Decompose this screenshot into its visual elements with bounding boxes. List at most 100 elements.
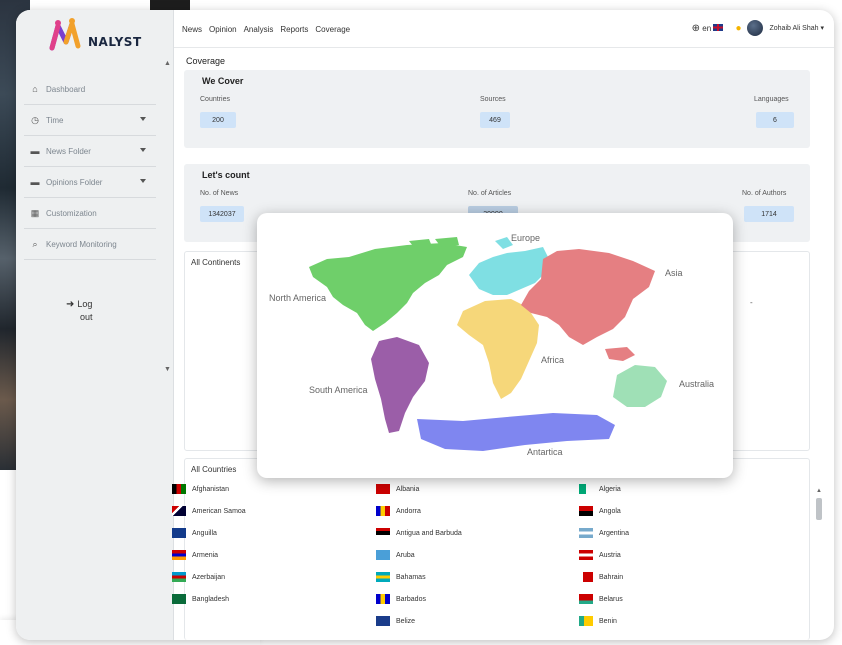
country-item[interactable]: Austria	[579, 549, 621, 561]
tab-analysis[interactable]: Analysis	[244, 25, 274, 34]
world-map: Europe Asia North America Africa South A…	[269, 233, 714, 457]
country-item[interactable]: Angola	[579, 505, 621, 517]
sidebar-item-label: Time	[46, 115, 64, 125]
continent-australia	[613, 365, 667, 407]
avatar[interactable]	[747, 20, 764, 36]
country-item[interactable]: Azerbaijan	[172, 571, 225, 583]
country-item[interactable]: Afghanistan	[172, 483, 229, 495]
stat-label: No. of News	[200, 190, 239, 197]
logo[interactable]: NALYST	[48, 18, 148, 58]
continent-north-america	[309, 243, 467, 331]
clock-icon: ◷	[31, 114, 39, 125]
user-menu[interactable]: Zohaib Ali Shah ▾	[769, 24, 824, 32]
tab-opinion[interactable]: Opinion	[209, 25, 237, 34]
continent-antarctica	[417, 413, 615, 451]
card-title: We Cover	[202, 76, 244, 86]
country-name: Bahamas	[396, 573, 426, 581]
country-name: Andorra	[396, 507, 421, 515]
folder-icon: ▬	[30, 177, 40, 187]
stat-label: Sources	[480, 96, 506, 103]
bell-icon[interactable]: ●	[735, 23, 741, 34]
stat-value: 469	[480, 112, 510, 128]
country-item[interactable]: Argentina	[579, 527, 629, 539]
scroll-thumb[interactable]	[816, 498, 822, 520]
sidebar-scroll-up-icon[interactable]: ▲	[164, 60, 171, 67]
background-dark-block	[150, 0, 190, 10]
country-flag-icon	[376, 506, 390, 516]
label-south-america: South America	[309, 385, 368, 395]
user-name: Zohaib Ali Shah	[769, 25, 819, 32]
sidebar-item-keyword-monitoring[interactable]: ⌕ Keyword Monitoring	[24, 229, 156, 260]
continent-africa	[457, 299, 539, 399]
folder-icon: ▬	[30, 146, 40, 156]
sidebar-scroll-down-icon[interactable]: ▼	[164, 366, 171, 373]
language-selector[interactable]: ⊕ en	[692, 23, 724, 34]
sidebar: NALYST ▲ ⌂ Dashboard ◷ Time ▬ News Folde…	[16, 10, 174, 640]
country-flag-icon	[579, 550, 593, 560]
tab-reports[interactable]: Reports	[280, 25, 308, 34]
country-item[interactable]: Belize	[376, 615, 415, 627]
country-flag-icon	[172, 572, 186, 582]
sidebar-item-time[interactable]: ◷ Time	[24, 105, 156, 136]
search-icon: ⌕	[32, 238, 38, 249]
we-cover-card: We Cover Countries 200 Sources 469 Langu…	[184, 70, 810, 148]
globe-icon: ⊕	[691, 22, 701, 34]
country-name: Afghanistan	[192, 485, 229, 493]
country-item[interactable]: Algeria	[579, 483, 621, 495]
country-item[interactable]: Andorra	[376, 505, 421, 517]
continent-asia-islands	[605, 347, 635, 361]
country-flag-icon	[376, 616, 390, 626]
country-name: Benin	[599, 617, 617, 625]
top-right-controls: ⊕ en ● Zohaib Ali Shah ▾	[692, 20, 824, 36]
top-bar: News Opinion Analysis Reports Coverage ⊕…	[174, 10, 834, 48]
countries-scrollbar[interactable]: ▲	[814, 488, 824, 640]
country-name: Anguilla	[192, 529, 217, 537]
logout-label-line1: Log	[77, 299, 93, 309]
country-item[interactable]: Benin	[579, 615, 617, 627]
tab-news[interactable]: News	[182, 25, 202, 34]
dash-marker: -	[750, 298, 753, 307]
label-north-america: North America	[269, 293, 326, 303]
tab-coverage[interactable]: Coverage	[315, 25, 350, 34]
country-item[interactable]: Aruba	[376, 549, 415, 561]
country-flag-icon	[376, 550, 390, 560]
country-item[interactable]: Armenia	[172, 549, 218, 561]
country-item[interactable]: Bahrain	[579, 571, 623, 583]
country-item[interactable]: American Samoa	[172, 505, 246, 517]
country-name: Albania	[396, 485, 420, 493]
country-item[interactable]: Barbados	[376, 593, 426, 605]
country-flag-icon	[172, 550, 186, 560]
country-flag-icon	[172, 594, 186, 604]
logo-icon	[49, 18, 81, 51]
sidebar-item-dashboard[interactable]: ⌂ Dashboard	[24, 74, 156, 105]
country-name: Belarus	[599, 595, 623, 603]
country-item[interactable]: Bahamas	[376, 571, 426, 583]
country-item[interactable]: Anguilla	[172, 527, 217, 539]
uk-flag-icon	[713, 23, 724, 31]
sidebar-item-customization[interactable]: ▦ Customization	[24, 198, 156, 229]
country-item[interactable]: Belarus	[579, 593, 623, 605]
stat-label: Countries	[200, 96, 230, 103]
country-item[interactable]: Antigua and Barbuda	[376, 527, 462, 539]
label-antartica: Antartica	[527, 447, 563, 457]
sidebar-item-label: Keyword Monitoring	[46, 239, 117, 249]
sidebar-item-news-folder[interactable]: ▬ News Folder	[24, 136, 156, 167]
country-flag-icon	[579, 616, 593, 626]
chevron-down-icon	[140, 148, 146, 152]
continent-south-america	[371, 337, 429, 433]
country-name: Antigua and Barbuda	[396, 529, 462, 537]
country-item[interactable]: Bangladesh	[172, 593, 229, 605]
sidebar-item-label: News Folder	[46, 146, 91, 156]
country-item[interactable]: Albania	[376, 483, 419, 495]
country-flag-icon	[579, 594, 593, 604]
sidebar-item-label: Opinions Folder	[46, 177, 103, 187]
logout-button[interactable]: ➜ Log out	[66, 298, 106, 323]
top-nav: News Opinion Analysis Reports Coverage	[182, 25, 350, 34]
country-flag-icon	[172, 484, 186, 494]
country-name: Armenia	[192, 551, 219, 559]
panel-title: All Continents	[191, 258, 241, 267]
sidebar-item-opinions-folder[interactable]: ▬ Opinions Folder	[24, 167, 156, 198]
scroll-up-icon[interactable]: ▲	[816, 488, 822, 494]
country-flag-icon	[172, 506, 186, 516]
country-flag-icon	[579, 528, 593, 538]
